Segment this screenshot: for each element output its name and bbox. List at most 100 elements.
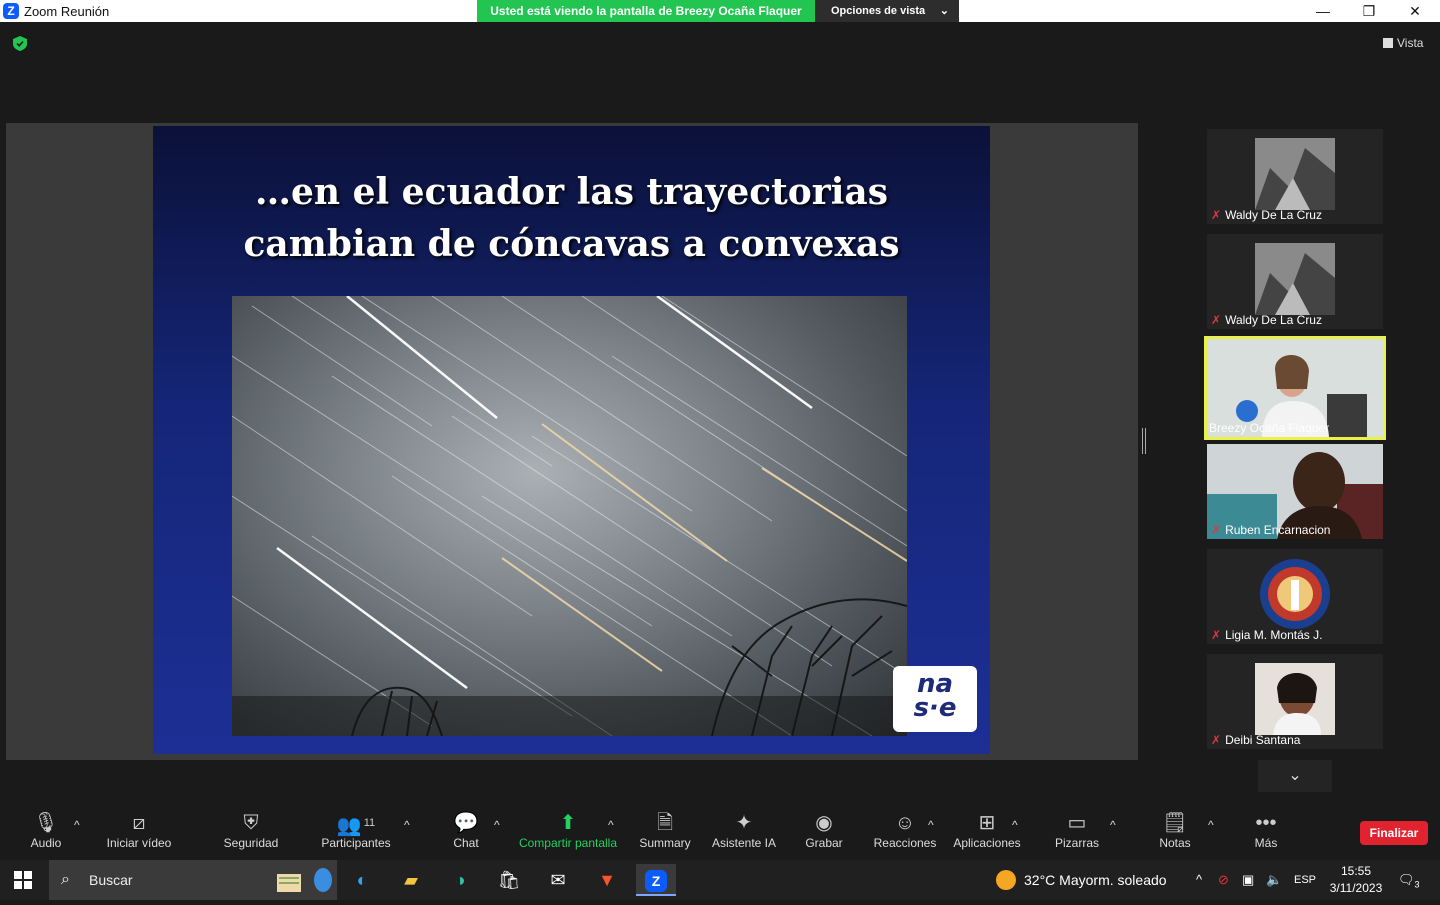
whiteboards-label: Pizarras xyxy=(1054,836,1099,850)
ai-label: Asistente IA xyxy=(711,836,777,850)
record-icon: ◉ xyxy=(815,812,833,834)
whiteboards-button[interactable]: ▭ Pizarras xyxy=(1052,810,1102,850)
star-trails-photo xyxy=(232,296,907,736)
share-screen-icon: ⬆ xyxy=(559,812,577,834)
title-bar: Z Zoom Reunión Usted está viendo la pant… xyxy=(0,0,1440,22)
zoom-taskbar-icon[interactable]: Z xyxy=(636,864,676,896)
muted-mic-icon: ✗ xyxy=(1211,523,1222,537)
participant-name-text: Deibi Santana xyxy=(1225,733,1301,747)
minimize-button[interactable]: — xyxy=(1300,0,1346,22)
audio-label: Audio xyxy=(30,836,62,850)
windows-start-icon[interactable] xyxy=(14,871,32,889)
start-video-button[interactable]: ⧄ Iniciar vídeo xyxy=(100,810,178,850)
notification-count: 3 xyxy=(1414,879,1420,890)
weather-text: 32°C Mayorm. soleado xyxy=(1024,872,1167,888)
participants-options-caret[interactable]: ^ xyxy=(404,818,410,832)
end-meeting-button[interactable]: Finalizar xyxy=(1360,821,1428,845)
share-options-caret[interactable]: ^ xyxy=(608,818,614,832)
participant-tile[interactable]: ✗ Deibi Santana xyxy=(1207,654,1383,749)
participant-name: ✗ Deibi Santana xyxy=(1211,733,1300,747)
whiteboard-icon: ▭ xyxy=(1067,812,1087,834)
star-trails-image xyxy=(232,296,907,736)
meeting-toolbar: 🎙 Audio ^ ⧄ Iniciar vídeo ⛨ Seguridad 👥 1… xyxy=(0,800,1440,860)
view-options-button[interactable]: Opciones de vista ⌄ xyxy=(815,0,959,22)
language-indicator[interactable]: ESP xyxy=(1294,860,1316,900)
participant-tile[interactable]: ✗ Ruben Encarnacion xyxy=(1207,444,1383,539)
more-dots-icon: ••• xyxy=(1255,812,1277,834)
participant-name: ✗ Ligia M. Montás J. xyxy=(1211,628,1322,642)
share-screen-button[interactable]: ⬆ Compartir pantalla xyxy=(516,810,620,850)
notes-icon: 🗒 xyxy=(1162,812,1188,834)
ai-companion-button[interactable]: ✦ Asistente IA xyxy=(710,810,778,850)
video-label: Iniciar vídeo xyxy=(106,836,172,850)
security-warning-icon[interactable]: ⊘ xyxy=(1218,860,1229,900)
viewing-banner: Usted está viendo la pantalla de Breezy … xyxy=(477,0,815,22)
participants-icon: 👥 11 xyxy=(336,815,376,837)
windows-taskbar: ⌕ Buscar ◐ ▰ ◑ 🛍 ✉ ▼ Z 32°C Mayorm. sole… xyxy=(0,860,1440,900)
summary-document-icon: 🗎 xyxy=(656,812,674,834)
summary-button[interactable]: 🗎 Summary xyxy=(636,810,694,850)
participant-name-text: Waldy De La Cruz xyxy=(1225,208,1322,222)
security-label: Seguridad xyxy=(223,836,279,850)
grid-view-icon xyxy=(1383,38,1393,48)
brave-browser-icon[interactable]: ▼ xyxy=(587,864,627,896)
notes-button[interactable]: 🗒 Notas xyxy=(1154,810,1196,850)
active-speaker-tile[interactable]: Breezy Ocaña Flaquer xyxy=(1204,336,1386,440)
apps-options-caret[interactable]: ^ xyxy=(1012,818,1018,832)
file-explorer-icon[interactable]: ▰ xyxy=(391,864,431,896)
whiteboards-options-caret[interactable]: ^ xyxy=(1110,818,1116,832)
scroll-participants-down-button[interactable]: ⌄ xyxy=(1258,760,1332,792)
slide-title: …en el ecuador las trayectorias cambian … xyxy=(243,171,900,265)
participant-photo xyxy=(1255,138,1335,210)
participant-name-text: Breezy Ocaña Flaquer xyxy=(1209,421,1330,435)
show-hidden-icons-icon[interactable]: ^ xyxy=(1196,860,1202,900)
chevron-down-icon: ⌄ xyxy=(1288,767,1302,784)
search-icon: ⌕ xyxy=(61,871,70,888)
record-button[interactable]: ◉ Grabar xyxy=(802,810,846,850)
chevron-down-icon: ⌄ xyxy=(939,5,949,17)
chat-bubble-icon: 💬 xyxy=(453,812,479,834)
more-label: Más xyxy=(1254,836,1278,850)
participant-tile[interactable]: ✗ Waldy De La Cruz xyxy=(1207,234,1383,329)
close-button[interactable]: ✕ xyxy=(1392,0,1438,22)
nase-logo: na s·e xyxy=(893,666,977,732)
participant-name: ✗ Waldy De La Cruz xyxy=(1211,313,1322,327)
chat-options-caret[interactable]: ^ xyxy=(494,818,500,832)
maximize-button[interactable]: ❐ xyxy=(1346,0,1392,22)
view-button[interactable]: Vista xyxy=(1383,36,1423,50)
apps-label: Aplicaciones xyxy=(953,836,1021,850)
security-button[interactable]: ⛨ Seguridad xyxy=(220,810,282,850)
audio-options-caret[interactable]: ^ xyxy=(74,818,80,832)
edge-dev-icon[interactable]: ◑ xyxy=(440,864,480,896)
participant-name: ✗ Ruben Encarnacion xyxy=(1211,523,1330,537)
chat-button[interactable]: 💬 Chat xyxy=(446,810,486,850)
notes-options-caret[interactable]: ^ xyxy=(1208,818,1214,832)
system-clock[interactable]: 15:55 3/11/2023 xyxy=(1325,863,1387,897)
view-button-label: Vista xyxy=(1397,36,1424,50)
participant-tile[interactable]: ✗ Waldy De La Cruz xyxy=(1207,129,1383,224)
muted-mic-icon: ✗ xyxy=(1211,208,1222,222)
participant-tile[interactable]: ✗ Ligia M. Montás J. xyxy=(1207,549,1383,644)
zoom-app-icon: Z xyxy=(645,870,667,892)
encryption-shield-icon[interactable] xyxy=(13,36,27,51)
microsoft-store-icon[interactable]: 🛍 xyxy=(489,864,529,896)
mail-icon[interactable]: ✉ xyxy=(538,864,578,896)
participant-avatar-image xyxy=(1255,558,1335,630)
participant-name-text: Ligia M. Montás J. xyxy=(1225,628,1323,642)
weather-widget[interactable]: 32°C Mayorm. soleado xyxy=(996,860,1167,900)
participants-button[interactable]: 👥 11 Participantes xyxy=(318,810,394,850)
notification-center-icon[interactable]: 🗨3 xyxy=(1398,860,1420,900)
more-button[interactable]: ••• Más xyxy=(1248,810,1284,850)
muted-mic-icon: ✗ xyxy=(1211,313,1222,327)
panel-resize-handle[interactable] xyxy=(1142,428,1146,454)
network-icon[interactable]: ▣ xyxy=(1242,860,1254,900)
edge-browser-icon[interactable]: ◐ xyxy=(342,864,382,896)
audio-button[interactable]: 🎙 Audio xyxy=(22,810,70,850)
participant-photo xyxy=(1255,663,1335,735)
window-title: Zoom Reunión xyxy=(24,4,110,19)
reactions-options-caret[interactable]: ^ xyxy=(928,818,934,832)
participant-name-text: Waldy De La Cruz xyxy=(1225,313,1322,327)
view-options-label: Opciones de vista xyxy=(831,5,926,17)
taskbar-search-box[interactable]: ⌕ Buscar xyxy=(49,860,337,900)
volume-icon[interactable]: 🔈 xyxy=(1266,860,1282,900)
